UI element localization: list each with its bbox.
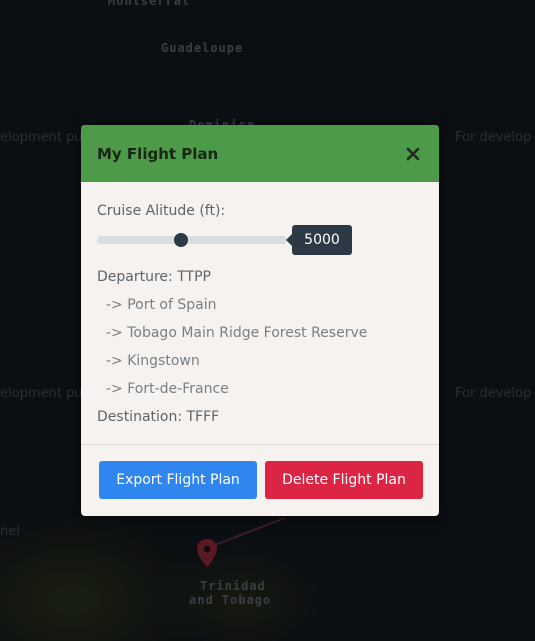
modal-body: Cruise Alitude (ft): 5000 Departure: TTP… xyxy=(81,182,439,445)
map-watermark-left-1: elopment pu xyxy=(0,130,83,145)
map-watermark-right-1: For develop xyxy=(455,130,532,145)
cruise-altitude-slider[interactable]: 5000 xyxy=(97,223,423,263)
waypoint-item: -> Kingstown xyxy=(106,353,200,369)
map-label-montserrat: Montserrat xyxy=(108,0,191,8)
flight-plan-modal: My Flight Plan Cruise Alitude (ft): 5000… xyxy=(81,125,439,516)
cruise-altitude-value: 5000 xyxy=(286,225,352,255)
slider-thumb[interactable] xyxy=(174,233,188,247)
modal-footer: Export Flight Plan Delete Flight Plan xyxy=(81,445,439,499)
map-label-trinidad: Trinidad xyxy=(200,579,266,593)
cruise-altitude-label: Cruise Alitude (ft): xyxy=(97,203,226,219)
modal-header: My Flight Plan xyxy=(81,125,439,182)
map-label-guadeloupe: Guadeloupe xyxy=(161,41,244,55)
map-watermark-left-2: elopment pu xyxy=(0,386,83,401)
waypoint-item: -> Tobago Main Ridge Forest Reserve xyxy=(106,325,368,341)
delete-flight-plan-button[interactable]: Delete Flight Plan xyxy=(265,461,423,499)
slider-track[interactable] xyxy=(97,236,287,244)
waypoint-item: -> Fort-de-France xyxy=(106,381,229,397)
map-label-and-tobago: and Tobago xyxy=(189,593,272,607)
close-icon[interactable] xyxy=(403,144,423,164)
modal-title: My Flight Plan xyxy=(97,144,219,163)
map-label-channel: nel xyxy=(0,524,20,539)
route-list: Departure: TTPP -> Port of Spain -> Toba… xyxy=(97,263,423,431)
waypoint-item: -> Port of Spain xyxy=(106,297,217,313)
destination-item: Destination: TFFF xyxy=(97,409,220,425)
export-flight-plan-button[interactable]: Export Flight Plan xyxy=(99,461,257,499)
departure-item: Departure: TTPP xyxy=(97,269,211,285)
map-watermark-right-2: For develop xyxy=(455,386,532,401)
map-pin-icon[interactable] xyxy=(196,538,218,568)
